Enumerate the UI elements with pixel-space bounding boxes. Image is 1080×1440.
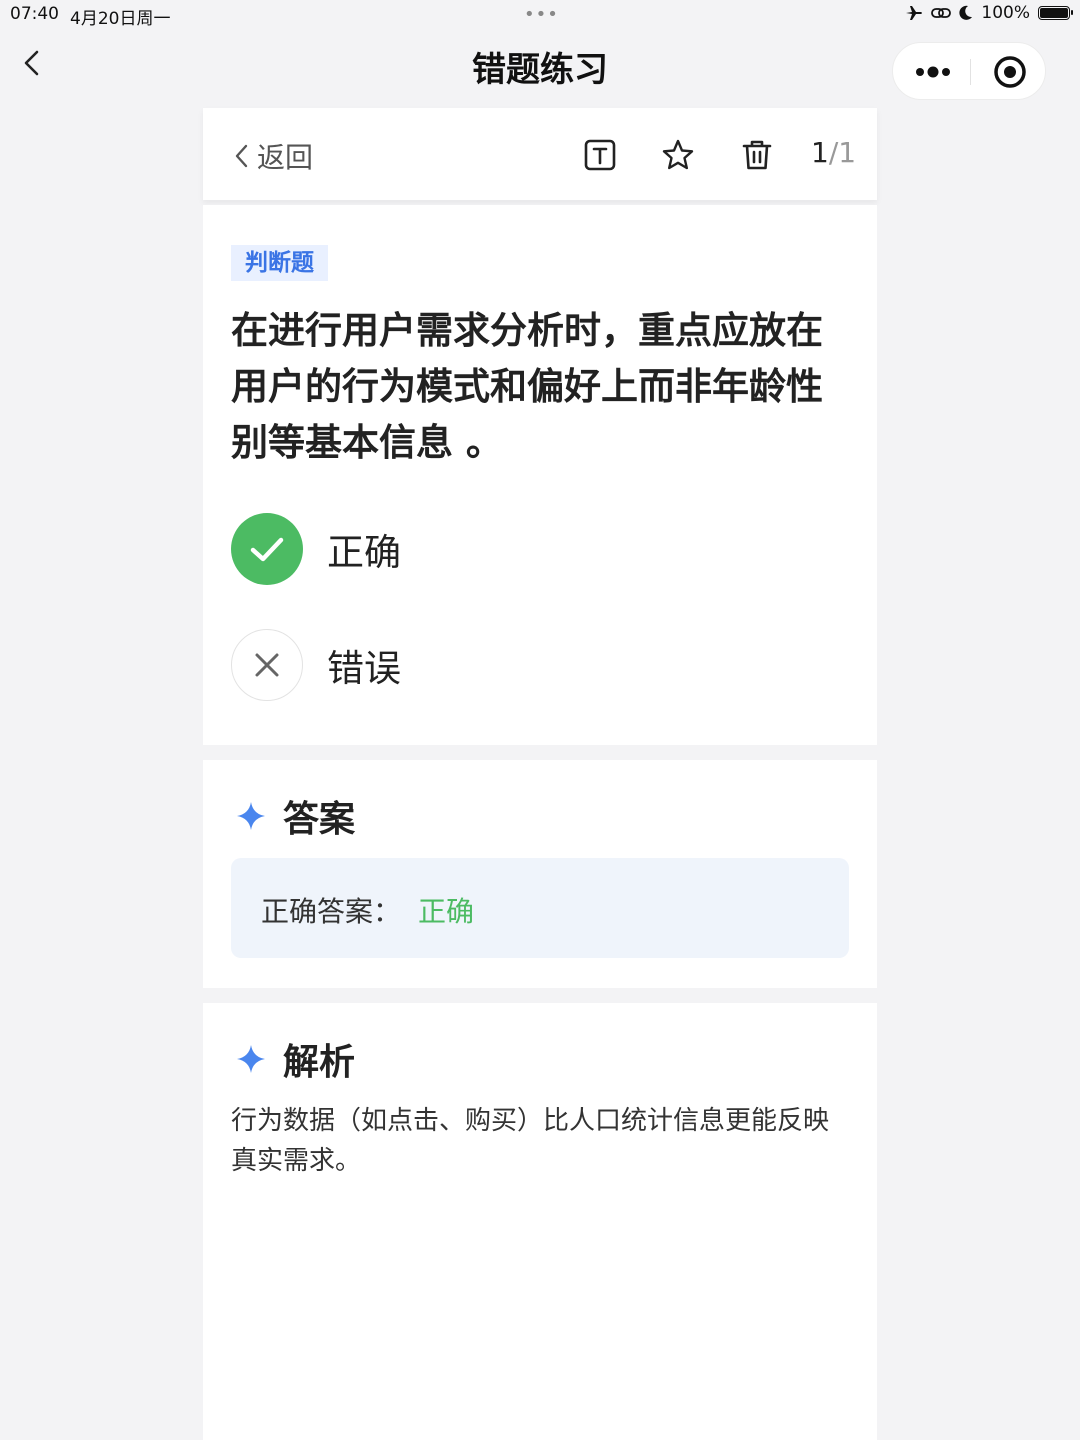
- page-indicator: 1/1: [811, 136, 856, 169]
- answer-card: 答案 正确答案： 正确: [203, 760, 877, 988]
- explanation-text: 行为数据（如点击、购买）比人口统计信息更能反映真实需求。: [231, 1106, 830, 1176]
- page-total: 1: [838, 136, 857, 169]
- moon-icon: [959, 5, 973, 20]
- explanation-card: 解析 行为数据（如点击、购买）比人口统计信息更能反映真实需求。: [203, 1003, 877, 1440]
- option-label: 正确: [327, 531, 401, 574]
- battery-percent: 100%: [981, 3, 1030, 23]
- link-icon: [931, 8, 952, 18]
- mini-program-capsule: [892, 42, 1046, 100]
- question-card: 判断题 在进行用户需求分析时，重点应放在用户的行为模式和偏好上而非年龄性别等基本…: [203, 205, 877, 745]
- nav-bar: 错题练习: [0, 30, 1080, 106]
- text-size-icon[interactable]: [583, 138, 617, 172]
- option-wrong[interactable]: 错误: [231, 629, 401, 701]
- status-bar: 07:40 4月20日周一 ••• 100%: [0, 0, 1080, 30]
- option-correct[interactable]: 正确: [231, 513, 401, 585]
- status-date: 4月20日周一: [70, 9, 171, 29]
- answer-title: 答案: [283, 799, 356, 840]
- chevron-left-icon: [235, 144, 248, 168]
- correct-answer-label: 正确答案：: [261, 895, 402, 928]
- page-separator: /: [828, 136, 839, 169]
- status-dots: •••: [524, 4, 559, 25]
- correct-answer-value: 正确: [418, 895, 475, 928]
- more-dots-icon[interactable]: [913, 57, 953, 87]
- sparkle-icon: [237, 802, 265, 830]
- page-current: 1: [811, 136, 829, 169]
- check-icon: [250, 537, 284, 562]
- capsule-divider: [970, 59, 971, 85]
- status-right: 100%: [905, 3, 1073, 23]
- correct-answer-box: 正确答案： 正确: [231, 858, 849, 958]
- answer-section-title: 答案: [235, 790, 355, 842]
- trash-icon[interactable]: [740, 138, 774, 172]
- option-wrong-indicator: [231, 629, 303, 701]
- return-button[interactable]: 返回: [233, 136, 313, 176]
- option-label: 错误: [327, 647, 401, 690]
- star-icon[interactable]: [661, 138, 695, 172]
- question-toolbar: 返回 1/1: [203, 108, 877, 200]
- question-text: 在进行用户需求分析时，重点应放在用户的行为模式和偏好上而非年龄性别等基本信息 。: [231, 309, 823, 464]
- close-icon: [255, 653, 279, 677]
- sparkle-icon: [237, 1045, 265, 1073]
- question-type-tag: 判断题: [231, 245, 328, 281]
- battery-icon: [1038, 6, 1073, 20]
- status-time: 07:40: [10, 4, 59, 24]
- airplane-icon: [906, 6, 923, 20]
- return-label: 返回: [257, 141, 314, 174]
- explanation-title: 解析: [283, 1042, 356, 1083]
- explanation-section-title: 解析: [235, 1033, 355, 1085]
- target-icon[interactable]: [992, 54, 1028, 90]
- option-correct-indicator: [231, 513, 303, 585]
